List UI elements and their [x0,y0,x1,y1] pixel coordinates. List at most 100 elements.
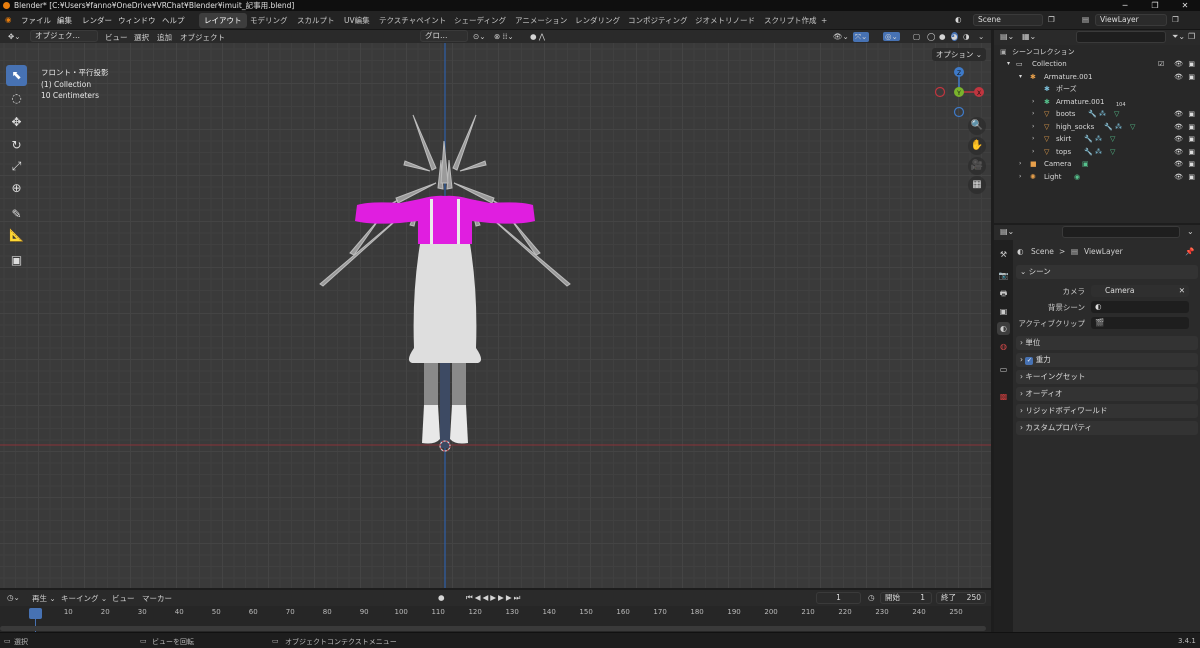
end-frame-field[interactable]: 終了 250 [936,592,986,604]
menu-select[interactable]: 選択 [134,32,149,43]
timeline-editor-icon[interactable]: ◷⌄ [7,593,20,602]
material-shading-icon[interactable]: ◕ [951,32,958,41]
active-clip-field[interactable]: 🎬 [1091,317,1189,329]
new-scene-icon[interactable]: ❐ [1048,15,1055,24]
cursor-tool-icon[interactable]: ◌ [6,88,27,109]
panel-scene[interactable]: ⌄ シーン [1016,265,1198,279]
render-camera-icon[interactable]: ▣ [1188,158,1195,170]
workspace-tab-rendering[interactable]: レンダリング [570,13,625,28]
panel-gravity[interactable]: › ✓ 重力 [1016,353,1198,367]
camera-view-icon[interactable]: 🎥 [968,157,986,175]
rotate-tool-icon[interactable]: ↻ [6,135,27,156]
pivot-icon[interactable]: ⊙⌄ [473,32,486,41]
expand-arrow-icon[interactable]: ▾ [1019,71,1022,83]
menu-render[interactable]: レンダー [82,15,112,26]
scene-tab-icon[interactable]: ◐ [997,322,1010,335]
panel-units[interactable]: › 単位 [1016,336,1198,350]
panel-keying-sets[interactable]: › キーイングセット [1016,370,1198,384]
menu-view[interactable]: ビュー [105,32,128,43]
eye-icon[interactable]: 👁 [1174,121,1183,133]
workspace-tab-animation[interactable]: アニメーション [510,13,572,28]
annotate-tool-icon[interactable]: ✎ [6,204,27,225]
new-viewlayer-icon[interactable]: ❐ [1172,15,1179,24]
editor-type-icon[interactable]: ✥⌄ [8,32,21,41]
workspace-tab-layout[interactable]: レイアウト [199,13,247,28]
output-tab-icon[interactable]: 🖶 [997,287,1010,300]
menu-help[interactable]: ヘルプ [162,15,185,26]
outliner-item-tops[interactable]: › ▽ tops 🔧 ⁂ ▽ 👁 ▣ [994,146,1200,158]
properties-search-input[interactable] [1062,226,1180,238]
bg-scene-field[interactable]: ◐ [1091,301,1189,313]
visibility-icon[interactable]: 👁⌄ [833,32,849,41]
outliner-item-collection[interactable]: ▾ ▭ Collection ☑ 👁 ▣ [994,58,1200,70]
expand-arrow-icon[interactable]: › [1032,133,1034,145]
expand-arrow-icon[interactable]: › [1032,146,1034,158]
transform-tool-icon[interactable]: ⊕ [6,178,27,199]
playback-menu[interactable]: 再生 ⌄ [32,593,56,604]
record-icon[interactable]: ● [438,593,445,602]
outliner-item-camera[interactable]: › ■ Camera ▣ 👁 ▣ [994,158,1200,170]
menu-object[interactable]: オブジェクト [180,32,225,43]
new-collection-icon[interactable]: ❐ [1188,32,1195,41]
filter-icon[interactable]: ⏷⌄ [1172,32,1185,42]
playhead[interactable] [29,608,42,619]
outliner-display-mode-icon[interactable]: ▦⌄ [1022,32,1036,41]
select-box-tool-icon[interactable]: ⬉ [6,65,27,86]
playback-controls[interactable]: ⏮◀◀▶▶▶⏭ [466,593,522,603]
xray-icon[interactable]: ▢ [913,32,920,41]
expand-arrow-icon[interactable]: › [1032,96,1034,108]
workspace-tab-geometry-nodes[interactable]: ジオメトリノード [690,13,760,28]
expand-arrow-icon[interactable]: › [1019,158,1021,170]
move-tool-icon[interactable]: ✥ [6,112,27,133]
current-frame-field[interactable]: 1 [816,592,861,604]
timeline-ruler[interactable]: 1102030405060708090100110120130140150160… [0,606,991,632]
maximize-button[interactable]: ❐ [1140,0,1170,11]
outliner-item-armature-data[interactable]: › ✱ Armature.001 104 [994,96,1200,108]
collection-tab-icon[interactable]: ▭ [997,363,1010,376]
mode-selector[interactable]: オブジェク… [30,30,98,42]
zoom-icon[interactable]: 🔍 [968,117,986,135]
tool-tab-icon[interactable]: ⚒ [997,248,1010,261]
shading-dropdown-icon[interactable]: ⌄ [978,32,984,41]
world-tab-icon[interactable]: ◍ [997,340,1010,353]
outliner-item-light[interactable]: › ✺ Light ◉ 👁 ▣ [994,171,1200,183]
workspace-tab-shading[interactable]: シェーディング [449,13,511,28]
workspace-tab-compositing[interactable]: コンポジティング [623,13,693,28]
expand-arrow-icon[interactable]: › [1032,121,1034,133]
eye-icon[interactable]: 👁 [1174,71,1183,83]
timeline-scrollbar[interactable] [0,626,986,631]
outliner-item-pose[interactable]: ✱ ポーズ [994,83,1200,95]
options-button[interactable]: オプション ⌄ [931,48,986,61]
keying-menu[interactable]: キーイング ⌄ [61,593,107,604]
menu-edit[interactable]: 編集 [57,15,72,26]
outliner-item-high-socks[interactable]: › ▽ high_socks 🔧 ⁂ ▽ 👁 ▣ [994,121,1200,133]
render-camera-icon[interactable]: ▣ [1188,108,1195,120]
menu-window[interactable]: ウィンドウ [118,15,156,26]
pan-hand-icon[interactable]: ✋ [968,137,986,155]
transform-orientation-selector[interactable]: グロ… [420,30,468,42]
gizmo-toggle-icon[interactable]: ⤧⌄ [853,32,870,42]
render-camera-icon[interactable]: ▣ [1188,146,1195,158]
wireframe-shading-icon[interactable]: ◯ [927,32,935,41]
measure-tool-icon[interactable]: 📐 [6,225,27,246]
snap-icon[interactable]: ⊗ ⁞⁞⌄ [494,32,514,41]
render-camera-icon[interactable]: ▣ [1188,133,1195,145]
eye-icon[interactable]: 👁 [1174,108,1183,120]
workspace-add-button[interactable]: + [816,13,832,28]
workspace-tab-texture-paint[interactable]: テクスチャペイント [374,13,451,28]
outliner-item-boots[interactable]: › ▽ boots 🔧 ⁂ ▽ 👁 ▣ [994,108,1200,120]
expand-arrow-icon[interactable]: › [1032,108,1034,120]
panel-custom-properties[interactable]: › カスタムプロパティ [1016,421,1198,435]
eye-icon[interactable]: 👁 [1174,58,1183,70]
camera-field[interactable]: Camera ✕ [1091,285,1189,297]
start-frame-field[interactable]: 開始 1 [880,592,932,604]
minimize-button[interactable]: ─ [1110,0,1140,11]
add-cube-tool-icon[interactable]: ▣ [6,250,27,271]
panel-audio[interactable]: › オーディオ [1016,387,1198,401]
render-camera-icon[interactable]: ▣ [1188,121,1195,133]
scene-icon[interactable]: ◐ [955,15,962,24]
outliner-item-skirt[interactable]: › ▽ skirt 🔧 ⁂ ▽ 👁 ▣ [994,133,1200,145]
expand-arrow-icon[interactable]: ▾ [1007,58,1010,70]
timeline-view-menu[interactable]: ビュー [112,593,135,604]
outliner-item-armature[interactable]: ▾ ✱ Armature.001 👁 ▣ [994,71,1200,83]
